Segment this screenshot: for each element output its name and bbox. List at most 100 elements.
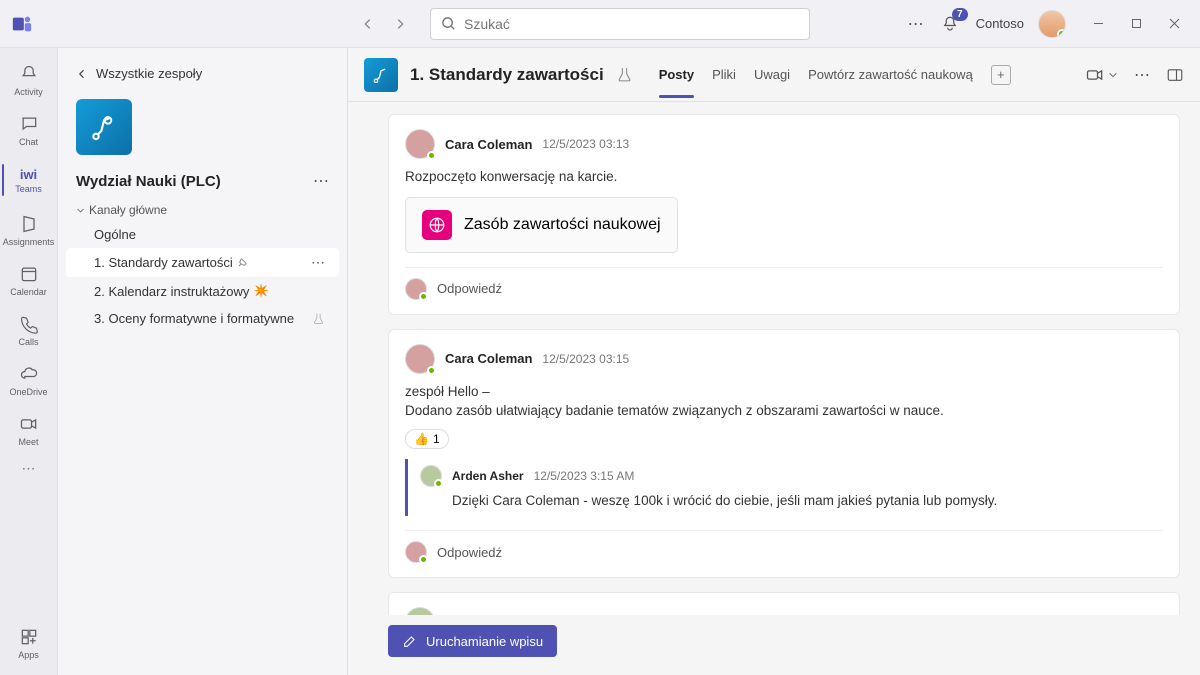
back-to-teams-link[interactable]: Wszystkie zespoły <box>66 60 339 87</box>
post-body: zespół Hello – Dodano zasób ułatwiający … <box>405 382 1163 421</box>
add-tab-button[interactable]: + <box>991 65 1011 85</box>
video-icon <box>1085 65 1105 85</box>
channel-assessments[interactable]: 3. Oceny formatywne i formatywne <box>66 305 339 332</box>
rail-label: Chat <box>19 137 38 147</box>
channel-sidebar: Wszystkie zespoły Wydział Nauki (PLC) ⋯ … <box>58 48 348 675</box>
compose-icon <box>402 633 418 649</box>
tab-files[interactable]: Pliki <box>712 51 736 98</box>
open-pane-button[interactable] <box>1166 66 1184 84</box>
reply-label: Odpowiedź <box>437 545 502 560</box>
rail-label: Meet <box>18 437 38 447</box>
reply-author: Arden Asher <box>452 469 524 483</box>
assignments-icon <box>18 213 40 235</box>
current-user-avatar[interactable] <box>1038 10 1066 38</box>
meet-button[interactable] <box>1085 65 1118 85</box>
rail-calls[interactable]: Calls <box>2 306 56 354</box>
sparkle-icon: ✴️ <box>253 283 269 299</box>
tab-posts[interactable]: Posty <box>659 51 694 98</box>
chat-icon <box>18 113 40 135</box>
attachment-card[interactable]: Zasób zawartości naukowej <box>405 197 678 253</box>
attachment-title: Zasób zawartości naukowej <box>464 216 661 234</box>
search-input[interactable] <box>464 16 799 32</box>
post-author: Cara Coleman <box>445 351 532 366</box>
channel-calendar[interactable]: 2. Kalendarz instruktażowy✴️ <box>66 277 339 305</box>
cloud-icon <box>18 363 40 385</box>
flask-icon <box>312 312 325 325</box>
channel-standards[interactable]: 1. Standardy zawartości ⋯ <box>66 248 339 277</box>
search-box[interactable] <box>430 8 810 40</box>
rail-onedrive[interactable]: OneDrive <box>2 356 56 404</box>
phone-icon <box>18 313 40 335</box>
new-post-button[interactable]: Uruchamianie wpisu <box>388 625 557 657</box>
rail-apps[interactable]: Apps <box>2 619 56 667</box>
post-body: Rozpoczęto konwersację na karcie. <box>405 167 1163 187</box>
post-timestamp: 12/5/2023 03:15 <box>542 352 629 366</box>
post-author: Cara Coleman <box>445 137 532 152</box>
tenant-label: Contoso <box>976 16 1024 31</box>
teams-logo <box>8 10 36 38</box>
app-rail: Activity Chat iwi Teams Assignments Cale… <box>0 48 58 675</box>
window-close-button[interactable] <box>1156 8 1192 40</box>
rail-label: Calls <box>18 337 38 347</box>
window-minimize-button[interactable] <box>1080 8 1116 40</box>
post-card: Cara Coleman 12/5/2023 03:15 zespół Hell… <box>388 329 1180 579</box>
video-icon <box>18 413 40 435</box>
titlebar: ⋯ 7 Contoso <box>0 0 1200 48</box>
notifications-button[interactable]: 7 <box>938 12 962 36</box>
tab-repeat-content[interactable]: Powtórz zawartość naukową <box>808 51 973 98</box>
presence-indicator <box>1057 29 1066 38</box>
user-avatar[interactable] <box>405 607 435 615</box>
channel-title: 1. Standardy zawartości <box>410 65 604 85</box>
notification-badge: 7 <box>952 8 968 21</box>
team-avatar <box>76 99 132 155</box>
user-avatar[interactable] <box>420 465 442 487</box>
reply-item: Arden Asher 12/5/2023 3:15 AM Dzięki Car… <box>420 459 1163 517</box>
apps-icon <box>18 626 40 648</box>
post-timestamp: 12/5/2023 03:13 <box>542 137 629 151</box>
reply-button[interactable]: Odpowiedź <box>405 530 1163 563</box>
rail-label: Teams <box>15 184 42 194</box>
rail-calendar[interactable]: Calendar <box>2 256 56 304</box>
rail-label: OneDrive <box>9 387 47 397</box>
back-label: Wszystkie zespoły <box>96 66 202 81</box>
rail-meet[interactable]: Meet <box>2 406 56 454</box>
reply-body: Dzięki Cara Coleman - weszę 100k i wróci… <box>420 491 1163 511</box>
globe-icon <box>422 210 452 240</box>
team-more-button[interactable]: ⋯ <box>313 171 329 191</box>
compose-label: Uruchamianie wpisu <box>426 634 543 649</box>
post-card: Arden Asher 12/5/2023 03:15 Czy ktoś wie… <box>388 592 1180 615</box>
window-maximize-button[interactable] <box>1118 8 1154 40</box>
channel-content: 1. Standardy zawartości Posty Pliki Uwag… <box>348 48 1200 675</box>
search-icon <box>441 16 456 31</box>
channel-more-button[interactable]: ⋯ <box>1134 65 1150 85</box>
rail-label: Assignments <box>3 237 55 247</box>
tab-notes[interactable]: Uwagi <box>754 51 790 98</box>
rail-teams-tag: iwi <box>20 167 37 182</box>
calendar-icon <box>18 263 40 285</box>
channels-section-label[interactable]: Kanały główne <box>66 199 339 221</box>
titlebar-more-button[interactable]: ⋯ <box>908 14 924 34</box>
reaction-pill[interactable]: 👍 1 <box>405 429 449 449</box>
nav-back-button[interactable] <box>354 10 382 38</box>
reply-button[interactable]: Odpowiedź <box>405 267 1163 300</box>
rail-assignments[interactable]: Assignments <box>2 206 56 254</box>
nav-forward-button[interactable] <box>386 10 414 38</box>
rail-activity[interactable]: Activity <box>2 56 56 104</box>
post-card: Cara Coleman 12/5/2023 03:13 Rozpoczęto … <box>388 114 1180 315</box>
posts-list: Cara Coleman 12/5/2023 03:13 Rozpoczęto … <box>348 102 1200 615</box>
rail-label: Calendar <box>10 287 47 297</box>
rail-label: Activity <box>14 87 43 97</box>
rail-chat[interactable]: Chat <box>2 106 56 154</box>
user-avatar[interactable] <box>405 129 435 159</box>
user-avatar[interactable] <box>405 344 435 374</box>
reaction-count: 1 <box>433 432 440 446</box>
flask-icon <box>616 66 633 83</box>
user-avatar <box>405 541 427 563</box>
reply-timestamp: 12/5/2023 3:15 AM <box>534 469 635 483</box>
rail-more[interactable]: ⋯ <box>22 456 36 481</box>
channel-general[interactable]: Ogólne <box>66 221 339 248</box>
pin-icon <box>237 257 248 268</box>
channel-avatar <box>364 58 398 92</box>
rail-teams[interactable]: iwi Teams <box>2 156 56 204</box>
channel-more-button[interactable]: ⋯ <box>311 254 325 271</box>
